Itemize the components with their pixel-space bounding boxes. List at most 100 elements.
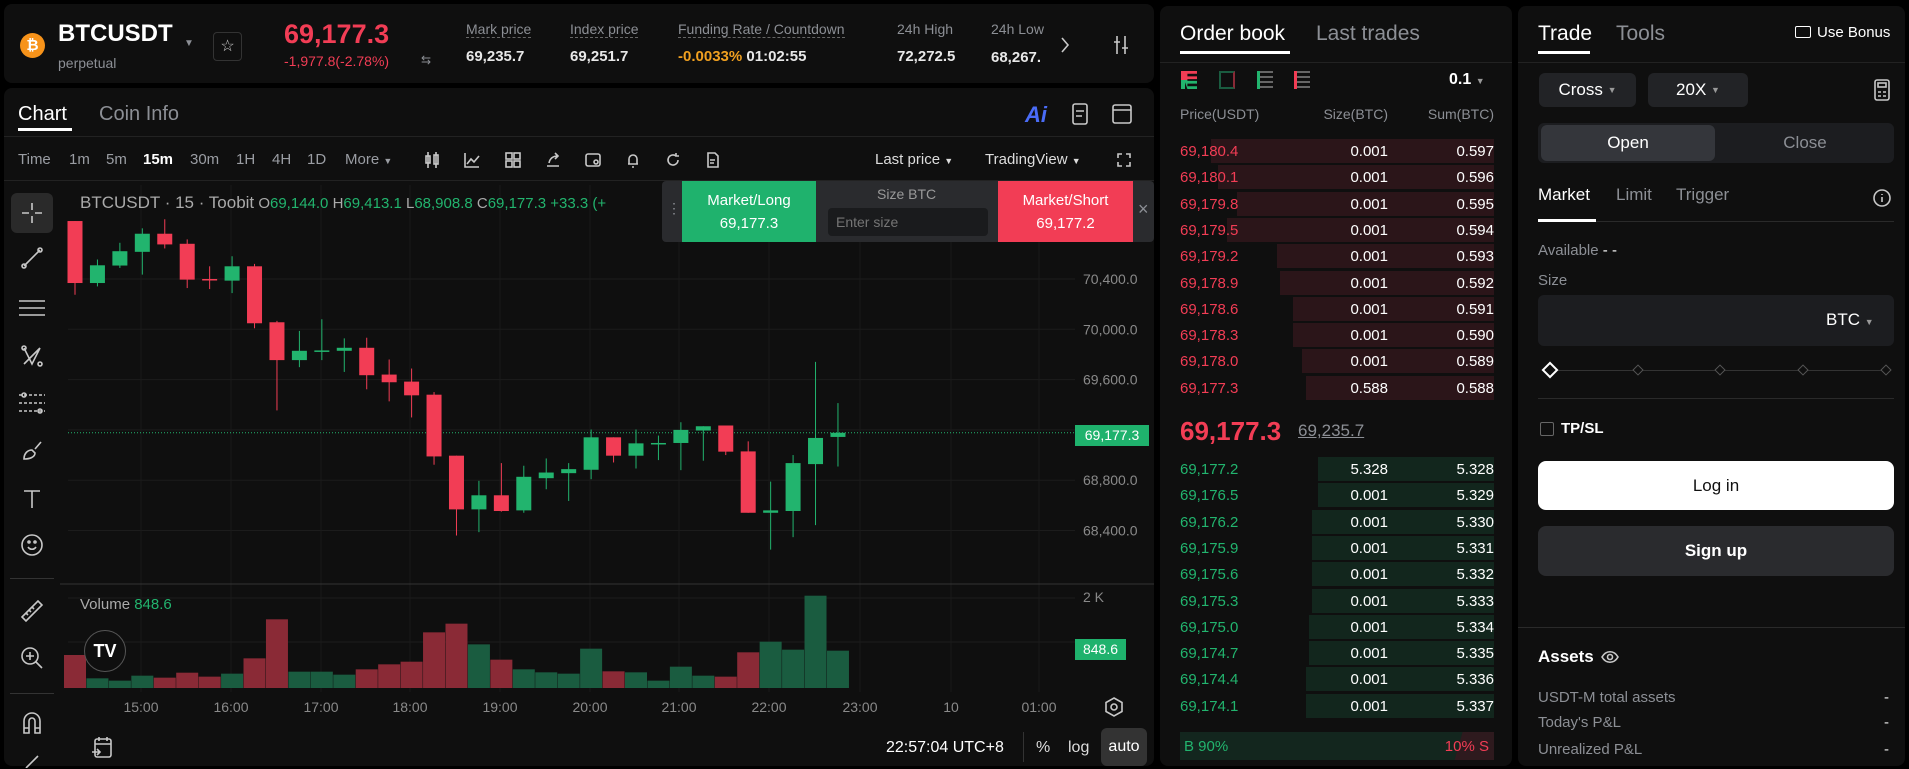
bid-row[interactable]: 69,176.5 0.001 5.329 (1180, 483, 1494, 508)
volume-bar (625, 672, 647, 688)
row-sum: 5.337 (1456, 697, 1494, 715)
row-size: 0.001 (1350, 566, 1388, 584)
close-quick-trade-icon[interactable]: × (1138, 199, 1149, 220)
price-tag: 69,177.3 (1075, 425, 1149, 446)
ask-row[interactable]: 69,178.6 0.001 0.591 (1180, 296, 1494, 321)
view-bids-icon[interactable] (1257, 71, 1273, 89)
row-price: 69,175.6 (1180, 566, 1239, 584)
precision-dropdown[interactable]: 0.1 ▼ (1449, 71, 1485, 89)
row-sum: 0.589 (1456, 353, 1494, 371)
time-axis-label: 01:00 (1021, 699, 1056, 715)
go-to-date-icon[interactable] (90, 735, 114, 761)
size-btc-label: Size BTC (877, 186, 937, 202)
auto-scale-toggle[interactable]: auto (1101, 728, 1147, 766)
bid-row[interactable]: 69,174.4 0.001 5.336 (1180, 667, 1494, 692)
divider (1518, 627, 1905, 628)
row-size: 0.001 (1350, 195, 1388, 213)
candle-body (314, 350, 330, 352)
candle-body (650, 442, 666, 445)
leverage-dropdown[interactable]: 20X ▼ (1648, 73, 1748, 107)
todays-pnl-value: - (1884, 714, 1889, 731)
clock-timezone[interactable]: 22:57:04 UTC+8 (886, 739, 1004, 757)
candlestick-chart[interactable]: 70,400.0 70,000.0 69,600.0 68,800.0 68,400.0… (0, 0, 1155, 769)
bid-row[interactable]: 69,176.2 0.001 5.330 (1180, 509, 1494, 534)
bid-row[interactable]: 69,175.3 0.001 5.333 (1180, 588, 1494, 613)
candle-body (112, 251, 128, 266)
ticket-icon (1795, 26, 1811, 38)
unrealized-pnl-label: Unrealized P&L (1538, 741, 1643, 758)
row-sum: 0.597 (1456, 143, 1494, 160)
row-price: 69,180.1 (1180, 169, 1239, 187)
bid-row[interactable]: 69,174.7 0.001 5.335 (1180, 641, 1494, 666)
bid-row[interactable]: 69,175.6 0.001 5.332 (1180, 562, 1494, 587)
ask-row[interactable]: 69,180.1 0.001 0.596 (1180, 165, 1494, 190)
order-type-trigger[interactable]: Trigger (1676, 185, 1729, 205)
market-long-button[interactable]: Market/Long 69,177.3 (682, 181, 816, 242)
info-icon[interactable] (1872, 188, 1892, 208)
tpsl-checkbox[interactable] (1540, 422, 1554, 436)
row-sum: 5.336 (1456, 671, 1494, 689)
tab-tools[interactable]: Tools (1616, 22, 1665, 46)
bid-row[interactable]: 69,177.2 5.328 5.328 (1180, 457, 1494, 481)
bid-row[interactable]: 69,174.1 0.001 5.337 (1180, 693, 1494, 718)
size-unit-dropdown[interactable]: BTC ▼ (1826, 310, 1874, 330)
calculator-icon[interactable] (1872, 78, 1892, 102)
price-axis-label: 70,400.0 (1083, 271, 1138, 287)
bid-row[interactable]: 69,175.0 0.001 5.334 (1180, 614, 1494, 639)
view-asks-icon[interactable] (1294, 71, 1310, 89)
ask-row[interactable]: 69,178.0 0.001 0.589 (1180, 349, 1494, 374)
order-type-market[interactable]: Market (1538, 185, 1590, 205)
tpsl-label[interactable]: TP/SL (1561, 420, 1604, 437)
size-label: Size (1538, 272, 1568, 289)
row-sum: 5.328 (1456, 461, 1494, 478)
percent-scale-toggle[interactable]: % (1036, 739, 1050, 757)
margin-mode-dropdown[interactable]: Cross ▼ (1539, 73, 1636, 107)
tradingview-logo[interactable]: TV (84, 630, 126, 672)
row-size: 0.001 (1350, 353, 1388, 371)
tab-order-book[interactable]: Order book (1180, 22, 1285, 46)
view-bids-asks-icon[interactable] (1219, 71, 1235, 89)
row-price: 69,176.2 (1180, 513, 1239, 531)
eye-icon[interactable] (1600, 647, 1620, 667)
ask-row[interactable]: 69,179.8 0.001 0.595 (1180, 191, 1494, 216)
candle-body (561, 469, 577, 474)
row-sum: 5.329 (1456, 487, 1494, 505)
row-size: 0.588 (1350, 379, 1388, 397)
row-size: 0.001 (1350, 169, 1388, 187)
market-short-button[interactable]: Market/Short 69,177.2 (998, 181, 1133, 242)
ask-row[interactable]: 69,178.3 0.001 0.590 (1180, 323, 1494, 348)
volume-bar (423, 632, 446, 688)
volume-bar (692, 675, 715, 688)
volume-bar (804, 595, 827, 688)
sell-ratio-label: 10% S (1444, 738, 1489, 755)
order-type-limit[interactable]: Limit (1616, 185, 1652, 205)
close-tab[interactable]: Close (1718, 125, 1892, 161)
open-tab[interactable]: Open (1541, 125, 1715, 161)
signup-button[interactable]: Sign up (1538, 526, 1894, 576)
login-button[interactable]: Log in (1538, 461, 1894, 510)
candle-body (448, 455, 464, 510)
tab-trade[interactable]: Trade (1538, 22, 1592, 46)
assets-title: Assets (1538, 647, 1594, 666)
row-size: 0.001 (1350, 274, 1388, 292)
ask-row[interactable]: 69,179.5 0.001 0.594 (1180, 217, 1494, 242)
ask-row[interactable]: 69,180.4 0.001 0.597 (1180, 139, 1494, 163)
log-scale-toggle[interactable]: log (1068, 739, 1089, 757)
axis-settings-icon[interactable] (1103, 696, 1125, 718)
divider (1518, 62, 1905, 63)
ask-row[interactable]: 69,178.9 0.001 0.592 (1180, 270, 1494, 295)
use-bonus-button[interactable]: Use Bonus (1795, 24, 1890, 41)
row-size: 0.001 (1350, 539, 1388, 557)
row-price: 69,177.2 (1180, 461, 1239, 478)
bid-row[interactable]: 69,175.9 0.001 5.331 (1180, 535, 1494, 560)
candle-body (695, 426, 711, 431)
ask-row[interactable]: 69,177.3 0.588 0.588 (1180, 375, 1494, 400)
ask-row[interactable]: 69,179.2 0.001 0.593 (1180, 244, 1494, 269)
tab-last-trades[interactable]: Last trades (1316, 22, 1420, 46)
mark-price-link[interactable]: 69,235.7 (1298, 421, 1364, 441)
size-input[interactable] (828, 208, 988, 236)
tab-underline (1180, 51, 1290, 54)
row-sum: 5.331 (1456, 539, 1494, 557)
available-label: Available - - (1538, 242, 1617, 259)
drag-handle-icon[interactable]: ⋮ (667, 200, 681, 217)
